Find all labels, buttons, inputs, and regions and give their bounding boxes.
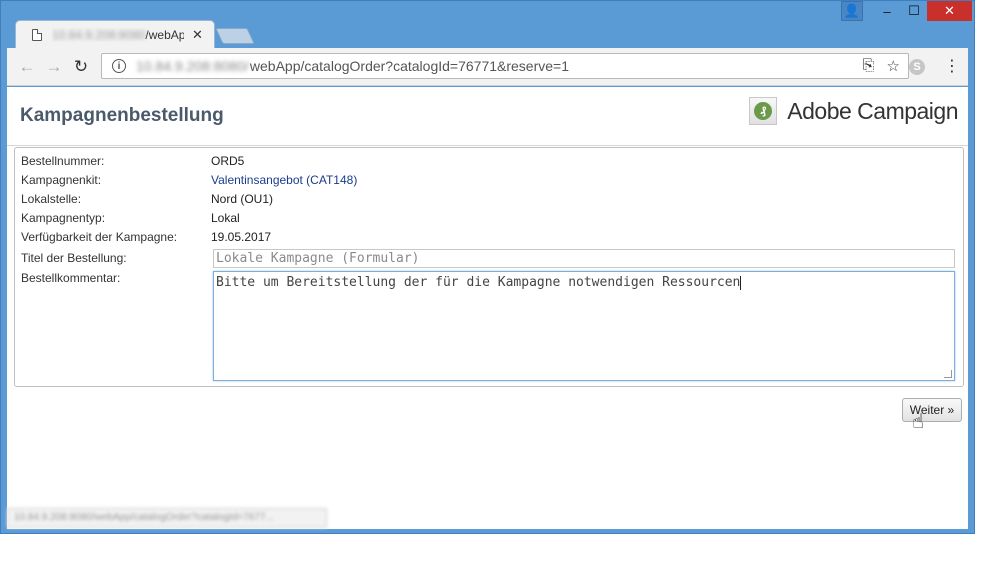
order-number-row: Bestellnummer: ORD5 (21, 154, 244, 168)
page-title: Kampagnenbestellung (20, 105, 224, 126)
url-host: 10.84.9.208:8080/ (136, 58, 249, 74)
page-content: Kampagnenbestellung ₰ Adobe Campaign Bes… (7, 87, 968, 529)
reload-icon[interactable]: ↻ (71, 57, 91, 77)
next-button[interactable]: Weiter » (902, 398, 962, 422)
tab-strip: 10.84.9.208:8080/webAp ✕ 👤 – ☐ ✕ (1, 1, 974, 48)
kit-label: Kampagnenkit: (21, 173, 102, 187)
back-icon[interactable]: ← (17, 57, 37, 77)
order-title-input[interactable]: Lokale Kampagne (Formular) (213, 249, 955, 268)
brand-name: Adobe Campaign (787, 97, 958, 124)
order-comment-label: Bestellkommentar: (21, 271, 121, 285)
campaign-type-value: Lokal (211, 211, 240, 225)
address-bar[interactable]: i 10.84.9.208:8080/ webApp/catalogOrder?… (101, 53, 909, 79)
skype-extension-icon[interactable]: S (909, 59, 925, 75)
order-comment-textarea[interactable]: Bitte um Bereitstellung der für die Kamp… (213, 271, 955, 381)
close-window-button[interactable]: ✕ (927, 1, 972, 21)
order-form: Bestellnummer: ORD5 Kampagnenkit: Valent… (14, 147, 964, 387)
tab-title-host: 10.84.9.208:8080 (52, 27, 146, 42)
kit-link[interactable]: Valentinsangebot (CAT148) (211, 173, 357, 187)
brand: ₰ Adobe Campaign (749, 97, 958, 125)
url-path: webApp/catalogOrder?catalogId=76771&rese… (249, 58, 569, 74)
tab-title: 10.84.9.208:8080/webAp (52, 28, 184, 42)
header-divider (7, 145, 968, 146)
order-number-value: ORD5 (211, 154, 245, 168)
text-cursor (740, 275, 742, 290)
browser-menu-icon[interactable]: ⋮ (944, 56, 960, 76)
document-icon (32, 28, 42, 41)
user-profile-icon[interactable]: 👤 (841, 1, 863, 21)
forward-icon[interactable]: → (44, 57, 64, 77)
new-tab-button[interactable] (215, 28, 255, 44)
minimize-button[interactable]: – (874, 1, 900, 21)
order-comment-text: Bitte um Bereitstellung der für die Kamp… (216, 275, 741, 290)
order-title-label: Titel der Bestellung: (21, 251, 127, 265)
adobe-campaign-logo-icon: ₰ (749, 97, 778, 125)
browser-tab[interactable]: 10.84.9.208:8080/webAp ✕ (15, 20, 215, 48)
status-bar-url: 10.84.9.208:8080/webApp/catalogOrder?cat… (7, 508, 327, 528)
order-comment-row: Bestellkommentar: (21, 271, 211, 285)
local-entity-label: Lokalstelle: (21, 192, 82, 206)
translate-icon[interactable]: ⎘ (863, 57, 875, 75)
availability-row: Verfügbarkeit der Kampagne: 19.05.2017 (21, 230, 271, 244)
bookmark-star-icon[interactable]: ☆ (887, 57, 900, 75)
availability-value: 19.05.2017 (211, 230, 272, 244)
kit-row: Kampagnenkit: Valentinsangebot (CAT148) (21, 173, 357, 187)
order-number-label: Bestellnummer: (21, 154, 105, 168)
maximize-button[interactable]: ☐ (901, 1, 927, 21)
order-title-row: Titel der Bestellung: (21, 251, 211, 265)
tab-close-icon[interactable]: ✕ (192, 27, 203, 43)
tab-title-path: /webAp (145, 27, 184, 42)
local-entity-value: Nord (OU1) (211, 192, 274, 206)
hand-cursor-icon: ☝ (912, 411, 925, 433)
campaign-type-label: Kampagnentyp: (21, 211, 106, 225)
browser-window: 10.84.9.208:8080/webAp ✕ 👤 – ☐ ✕ ← → ↻ i… (0, 0, 975, 534)
logo-glyph: ₰ (754, 102, 773, 120)
resize-grip-icon[interactable] (944, 370, 952, 378)
site-info-icon[interactable]: i (112, 59, 126, 73)
availability-label: Verfügbarkeit der Kampagne: (21, 230, 178, 244)
local-entity-row: Lokalstelle: Nord (OU1) (21, 192, 273, 206)
campaign-type-row: Kampagnentyp: Lokal (21, 211, 240, 225)
browser-toolbar: ← → ↻ i 10.84.9.208:8080/ webApp/catalog… (7, 48, 968, 86)
